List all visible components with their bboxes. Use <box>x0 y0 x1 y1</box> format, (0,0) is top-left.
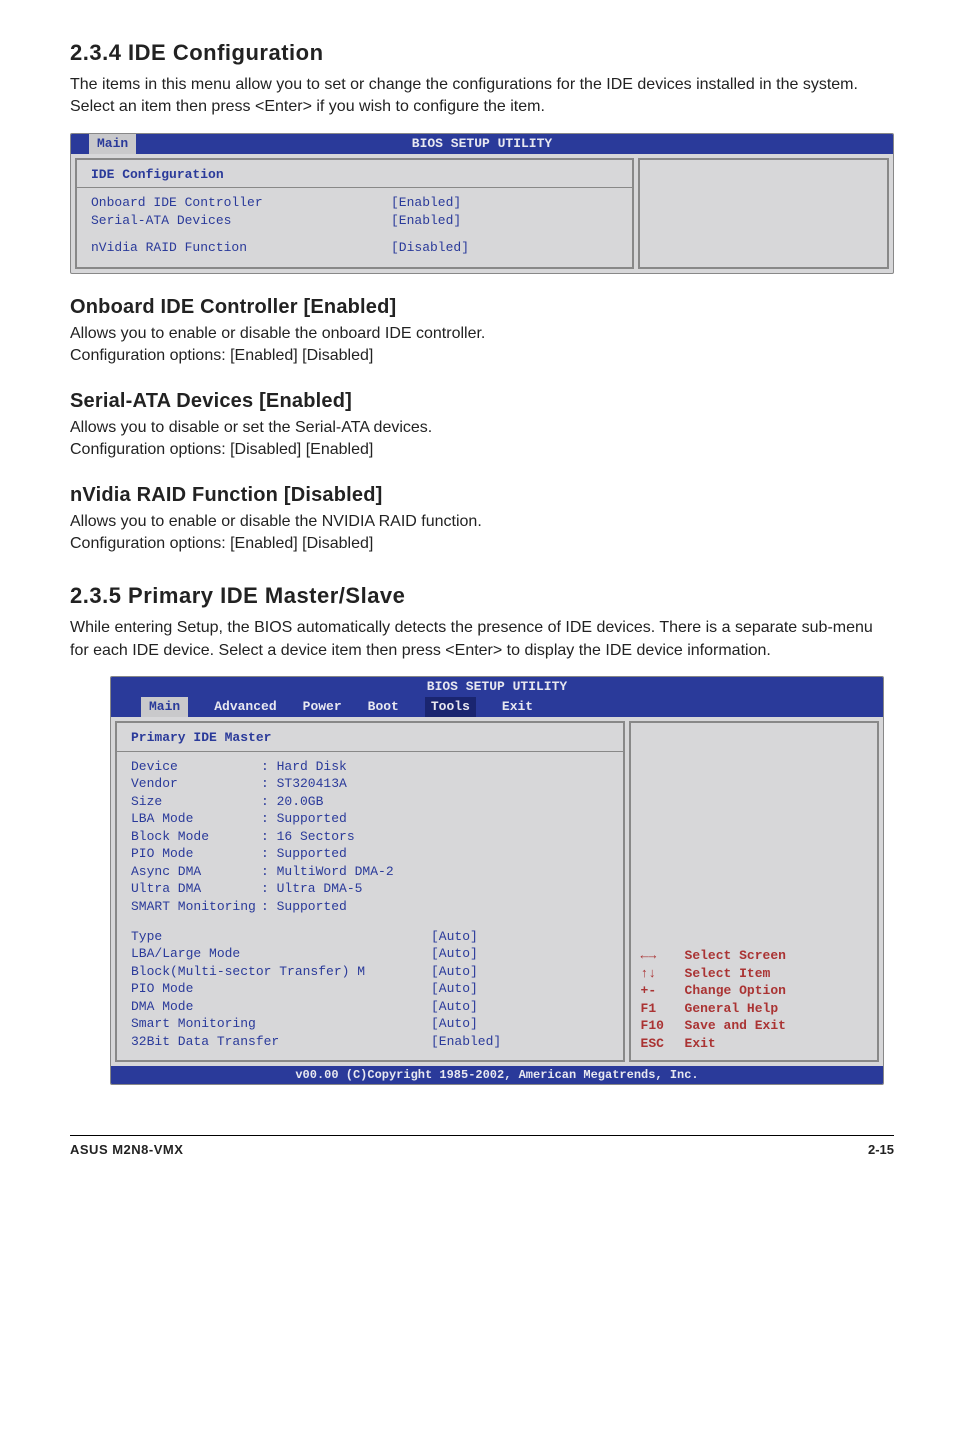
bios-setting-row[interactable]: Type[Auto] <box>131 928 609 946</box>
bios-help-row: ↑↓Select Item <box>641 965 867 983</box>
sub-body: Allows you to enable or disable the NVID… <box>70 511 894 533</box>
bios-info-row: LBA Mode: Supported <box>131 810 609 828</box>
bios-panel-ide-config: Main BIOS SETUP UTILITY IDE Configuratio… <box>70 133 894 274</box>
bios-copyright-footer: v00.00 (C)Copyright 1985-2002, American … <box>111 1066 883 1084</box>
subheading-serial-ata: Serial-ATA Devices [Enabled] <box>70 390 894 413</box>
bios-help-panel <box>638 158 889 269</box>
bios-row[interactable]: nVidia RAID Function [Disabled] <box>91 239 618 257</box>
section-heading-ide-config: 2.3.4 IDE Configuration <box>70 40 894 66</box>
bios-panel-primary-ide: BIOS SETUP UTILITY Main Advanced Power B… <box>110 676 884 1085</box>
bios-row-key: Onboard IDE Controller <box>91 194 391 212</box>
bios-row-key: nVidia RAID Function <box>91 239 391 257</box>
bios-title-text: BIOS SETUP UTILITY <box>412 136 552 151</box>
bios-tab-power[interactable]: Power <box>303 697 342 717</box>
bios-help-row: F1General Help <box>641 1000 867 1018</box>
bios-tab-main[interactable]: Main <box>141 697 188 717</box>
sub-body: Allows you to enable or disable the onbo… <box>70 323 894 345</box>
bios-help-row: F10Save and Exit <box>641 1017 867 1035</box>
bios-setting-row[interactable]: 32Bit Data Transfer[Enabled] <box>131 1033 609 1051</box>
bios-tab-boot[interactable]: Boot <box>368 697 399 717</box>
sub-options: Configuration options: [Enabled] [Disabl… <box>70 533 894 555</box>
bios-info-row: Vendor: ST320413A <box>131 775 609 793</box>
bios-title-bar: Main BIOS SETUP UTILITY <box>71 134 893 154</box>
bios-row-val: [Disabled] <box>391 239 469 257</box>
bios-row[interactable]: Onboard IDE Controller [Enabled] <box>91 194 618 212</box>
bios-setting-row[interactable]: Smart Monitoring[Auto] <box>131 1015 609 1033</box>
page-footer: ASUS M2N8-VMX 2-15 <box>70 1135 894 1157</box>
bios-title-bar: BIOS SETUP UTILITY <box>111 677 883 697</box>
subheading-nvidia-raid: nVidia RAID Function [Disabled] <box>70 484 894 507</box>
bios-info-row: PIO Mode: Supported <box>131 845 609 863</box>
bios-info-row: SMART Monitoring: Supported <box>131 898 609 916</box>
subheading-onboard-ide: Onboard IDE Controller [Enabled] <box>70 296 894 319</box>
bios-info-row: Device: Hard Disk <box>131 758 609 776</box>
bios-tab-advanced[interactable]: Advanced <box>214 697 276 717</box>
bios-tab-main[interactable]: Main <box>89 134 136 154</box>
footer-page-number: 2-15 <box>868 1142 894 1157</box>
bios-info-row: Block Mode: 16 Sectors <box>131 828 609 846</box>
bios-help-row: ←→Select Screen <box>641 947 867 965</box>
bios-setting-row[interactable]: PIO Mode[Auto] <box>131 980 609 998</box>
bios-title-text: BIOS SETUP UTILITY <box>427 679 567 694</box>
bios-tab-tools[interactable]: Tools <box>425 697 476 717</box>
bios-row-val: [Enabled] <box>391 212 461 230</box>
sub-options: Configuration options: [Enabled] [Disabl… <box>70 345 894 367</box>
bios-help-panel: ←→Select Screen ↑↓Select Item +-Change O… <box>629 721 879 1062</box>
sub-body: Allows you to disable or set the Serial-… <box>70 417 894 439</box>
section-intro-ide-config: The items in this menu allow you to set … <box>70 74 894 119</box>
bios-panel-title: Primary IDE Master <box>131 729 609 747</box>
bios-info-row: Async DMA: MultiWord DMA-2 <box>131 863 609 881</box>
footer-product: ASUS M2N8-VMX <box>70 1142 183 1157</box>
bios-menu-row: Main Advanced Power Boot Tools Exit <box>111 697 883 717</box>
bios-setting-row[interactable]: DMA Mode[Auto] <box>131 998 609 1016</box>
bios-setting-row[interactable]: Block(Multi-sector Transfer) M[Auto] <box>131 963 609 981</box>
bios-info-row: Size: 20.0GB <box>131 793 609 811</box>
bios-row[interactable]: Serial-ATA Devices [Enabled] <box>91 212 618 230</box>
sub-options: Configuration options: [Disabled] [Enabl… <box>70 439 894 461</box>
bios-setting-row[interactable]: LBA/Large Mode[Auto] <box>131 945 609 963</box>
section-heading-primary-ide: 2.3.5 Primary IDE Master/Slave <box>70 583 894 609</box>
section-intro-primary-ide: While entering Setup, the BIOS automatic… <box>70 617 894 662</box>
bios-row-key: Serial-ATA Devices <box>91 212 391 230</box>
bios-help-row: ESCExit <box>641 1035 867 1053</box>
bios-panel-title: IDE Configuration <box>91 166 618 184</box>
bios-tab-exit[interactable]: Exit <box>502 697 533 717</box>
bios-help-row: +-Change Option <box>641 982 867 1000</box>
bios-info-row: Ultra DMA: Ultra DMA-5 <box>131 880 609 898</box>
bios-row-val: [Enabled] <box>391 194 461 212</box>
